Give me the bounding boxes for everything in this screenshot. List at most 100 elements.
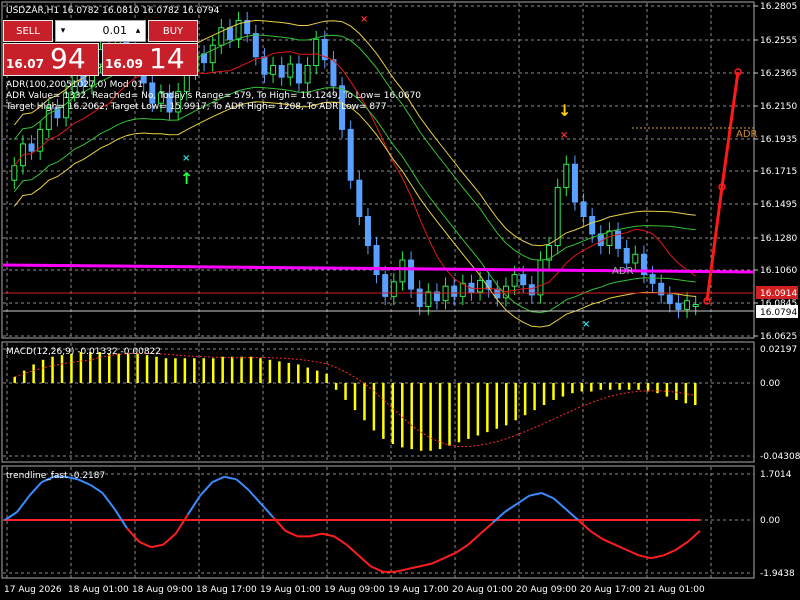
time-tick-label: 17 Aug 2026 [4, 585, 62, 595]
candle-body [209, 44, 216, 64]
adr-info-line3: Target High= 16.2062, Target Low= 15.991… [5, 102, 387, 112]
candle-body [330, 59, 337, 87]
time-tick-label: 20 Aug 01:00 [452, 585, 513, 595]
trend-segment [211, 475, 225, 484]
price-tick-label: 16.1495 [760, 200, 797, 210]
trend-segment [626, 549, 640, 557]
candle-body [347, 128, 354, 181]
lot-stepper-icon[interactable]: ▴ [131, 21, 145, 41]
candle-body [261, 56, 268, 75]
candle-body [554, 186, 561, 247]
candle-body [11, 165, 18, 181]
candle-body [477, 279, 484, 293]
trend-segment [16, 495, 31, 513]
trend-segment [602, 538, 616, 546]
trend-segment [333, 535, 347, 546]
sell-price-big: 94 [50, 42, 86, 75]
trend-segment [309, 532, 323, 538]
sell-signal-arrow-icon: ↓ [558, 101, 571, 120]
trend-segment [236, 478, 250, 492]
candle-body [451, 285, 458, 297]
sell-button[interactable]: SELL [3, 20, 53, 42]
trend-segment [467, 532, 482, 546]
buy-button[interactable]: BUY [148, 20, 198, 42]
trend-segment [577, 519, 591, 532]
candle-body [287, 63, 294, 78]
trend-segment [28, 481, 43, 497]
candle-body [571, 163, 578, 203]
trend-segment [187, 495, 201, 516]
adr-info-line1: ADR(100,20051027,0) Mod 01 [6, 80, 143, 90]
time-tick-label: 19 Aug 09:00 [324, 585, 385, 595]
price-tick-label: 16.2365 [760, 69, 797, 79]
trend-segment [151, 543, 164, 549]
macd-histogram [13, 352, 697, 451]
candle-body [666, 294, 673, 305]
macd-tick-label: 0.02197 [760, 345, 797, 355]
sell-quote[interactable]: 16.07 94 [3, 42, 99, 76]
trend-segment [479, 521, 494, 535]
price-tick-label: 16.2805 [760, 2, 797, 12]
candle-body [278, 65, 285, 78]
trend-segment [126, 527, 140, 543]
trend-segment [589, 530, 604, 540]
trend-segment [224, 475, 237, 481]
time-tick-label: 20 Aug 09:00 [516, 585, 577, 595]
trend-segment [455, 543, 469, 554]
macd-title: MACD(12,26,9) -0.01332 -0.00822 [6, 347, 161, 357]
time-tick-label: 20 Aug 17:00 [580, 585, 641, 595]
candle-body [632, 253, 639, 264]
symbol-header: USDZAR,H1 16.0782 16.0810 16.0782 16.079… [6, 6, 220, 16]
trend-tick-label: -1.9438 [760, 569, 795, 579]
candle-body [675, 303, 682, 310]
candle-body [649, 274, 656, 284]
bollinger-lower [13, 86, 696, 314]
trend-segment [431, 557, 445, 565]
buy-price-big: 14 [149, 42, 185, 75]
trend-segment [675, 540, 689, 551]
trend-segment [357, 554, 372, 568]
trend-segment [162, 532, 177, 546]
candle-body [580, 201, 587, 218]
candle-body [425, 291, 432, 308]
trend-tick-label: 1.7014 [760, 470, 792, 480]
x-marker-icon: × [582, 319, 590, 330]
candle-body [520, 274, 527, 286]
trend-segment [443, 551, 457, 560]
trend-segment [651, 554, 664, 560]
chart-canvas[interactable]: ADR ADR ↑ ↓ × × × × USDZAR,H1 16.0782 16… [0, 0, 800, 600]
lot-dropdown-icon[interactable]: ▾ [56, 21, 70, 41]
candle-body [304, 65, 311, 84]
candle-body [390, 281, 397, 297]
price-tick-label: 16.1935 [760, 135, 797, 145]
macd-panel-frame [1, 341, 755, 463]
time-tick-label: 19 Aug 17:00 [388, 585, 449, 595]
candle-body [589, 216, 596, 235]
time-tick-label: 18 Aug 01:00 [68, 585, 129, 595]
candle-body [28, 143, 35, 152]
candle-body [373, 245, 380, 276]
trend-segment [345, 543, 360, 557]
macd-tick-label: 0.00 [760, 379, 780, 389]
x-marker-icon: × [360, 14, 368, 25]
trend-segment [285, 529, 299, 538]
candle-body [416, 288, 423, 308]
trendline-fast [3, 475, 701, 573]
trend-segment [321, 532, 335, 538]
trend-segment [687, 530, 701, 543]
trend-segment [138, 540, 152, 549]
candle-body [692, 303, 699, 308]
x-marker-icon: × [560, 130, 568, 141]
candle-body [623, 247, 630, 264]
candle-body [408, 259, 415, 290]
time-axis: 17 Aug 2026 18 Aug 01:00 18 Aug 09:00 18 Au… [4, 585, 705, 595]
buy-quote[interactable]: 16.09 14 [102, 42, 198, 76]
candle-body [537, 259, 544, 296]
candle-body [684, 300, 691, 310]
lot-size-value[interactable]: 0.01 [70, 21, 131, 41]
trend-segment [199, 481, 214, 497]
trend-panel-frame [1, 465, 755, 579]
trend-segment [370, 565, 384, 573]
lot-size-field[interactable]: ▾ 0.01 ▴ [55, 20, 146, 42]
candle-body [295, 63, 302, 84]
